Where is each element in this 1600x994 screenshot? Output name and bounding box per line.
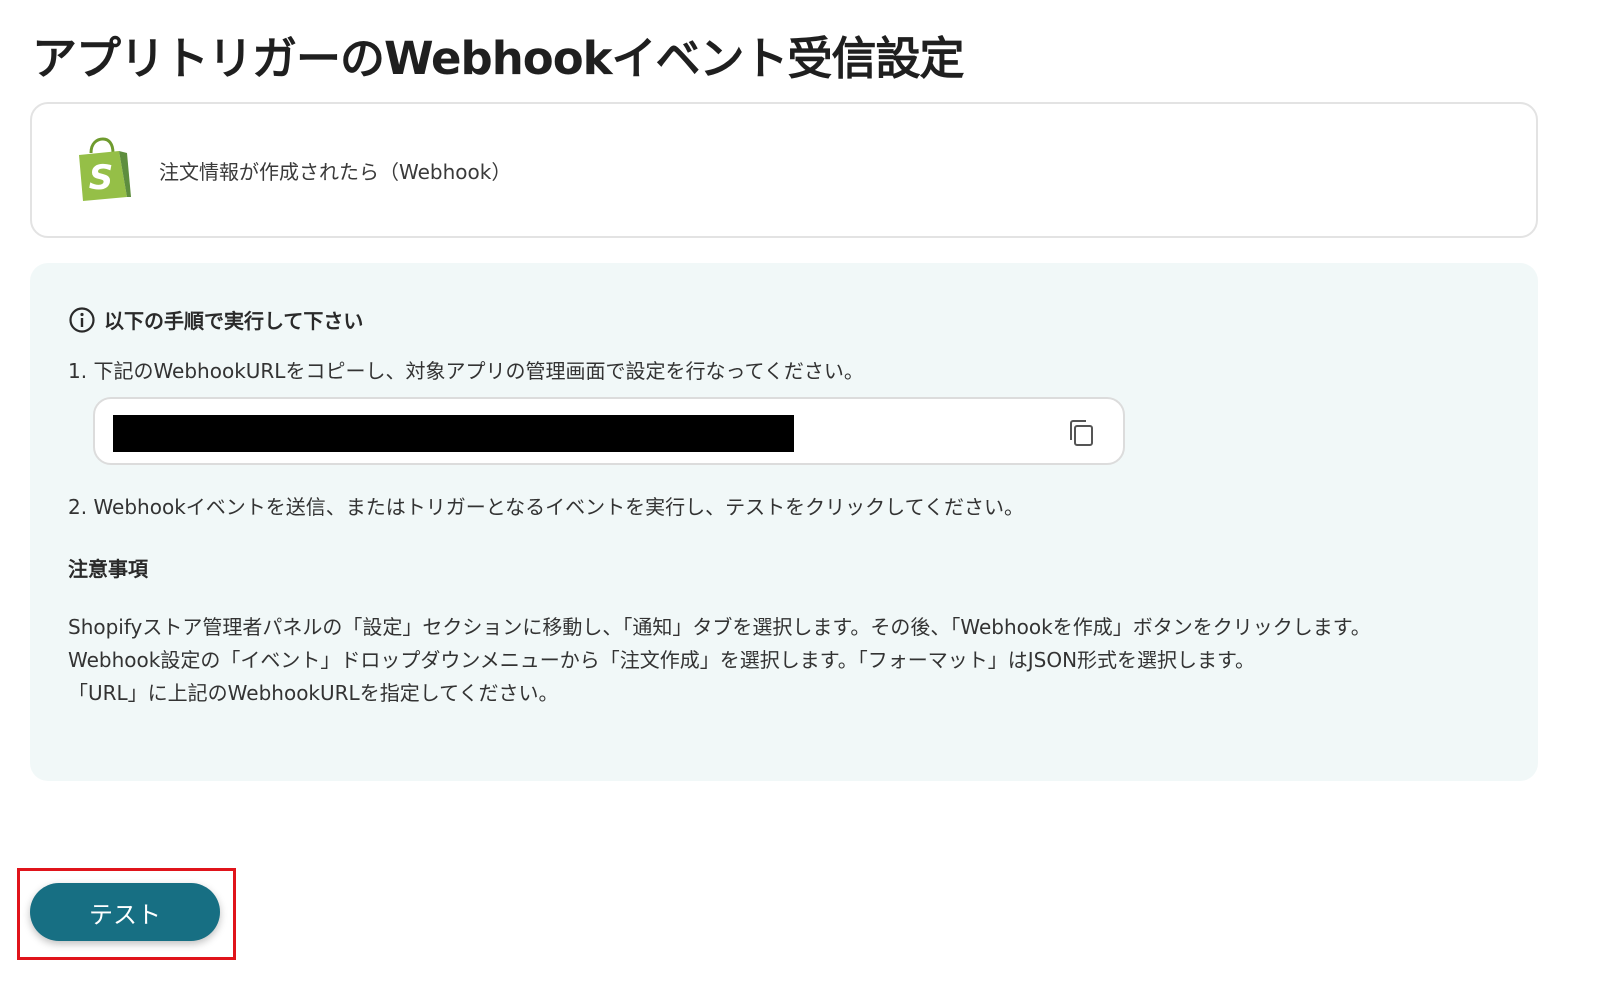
step-2-text: 2. Webhookイベントを送信、またはトリガーとなるイベントを実行し、テスト… [68, 495, 1024, 519]
page-title: アプリトリガーのWebhookイベント受信設定 [32, 32, 965, 85]
webhook-url-field[interactable] [93, 397, 1125, 465]
notes-body: Shopifyストア管理者パネルの「設定」セクションに移動し、「通知」タブを選択… [68, 611, 1498, 710]
copy-icon[interactable] [1065, 416, 1099, 450]
notes-line: 「URL」に上記のWebhookURLを指定してください。 [68, 681, 559, 705]
step-1-text: 1. 下記のWebhookURLをコピーし、対象アプリの管理画面で設定を行なって… [68, 359, 864, 383]
webhook-url-redacted [113, 415, 794, 452]
notes-title: 注意事項 [68, 557, 148, 581]
trigger-label: 注文情報が作成されたら（Webhook） [159, 159, 512, 184]
info-icon [68, 306, 96, 334]
notes-line: Webhook設定の「イベント」ドロップダウンメニューから「注文作成」を選択しま… [68, 648, 1256, 672]
trigger-card: S 注文情報が作成されたら（Webhook） [30, 102, 1538, 238]
instructions-panel: 以下の手順で実行して下さい 1. 下記のWebhookURLをコピーし、対象アプ… [30, 263, 1538, 781]
instructions-header: 以下の手順で実行して下さい [68, 305, 363, 334]
test-button[interactable]: テスト [30, 883, 220, 941]
shopify-bag-icon: S [72, 137, 134, 203]
notes-line: Shopifyストア管理者パネルの「設定」セクションに移動し、「通知」タブを選択… [68, 615, 1371, 639]
instructions-header-text: 以下の手順で実行して下さい [104, 309, 364, 333]
svg-text:S: S [89, 158, 114, 198]
